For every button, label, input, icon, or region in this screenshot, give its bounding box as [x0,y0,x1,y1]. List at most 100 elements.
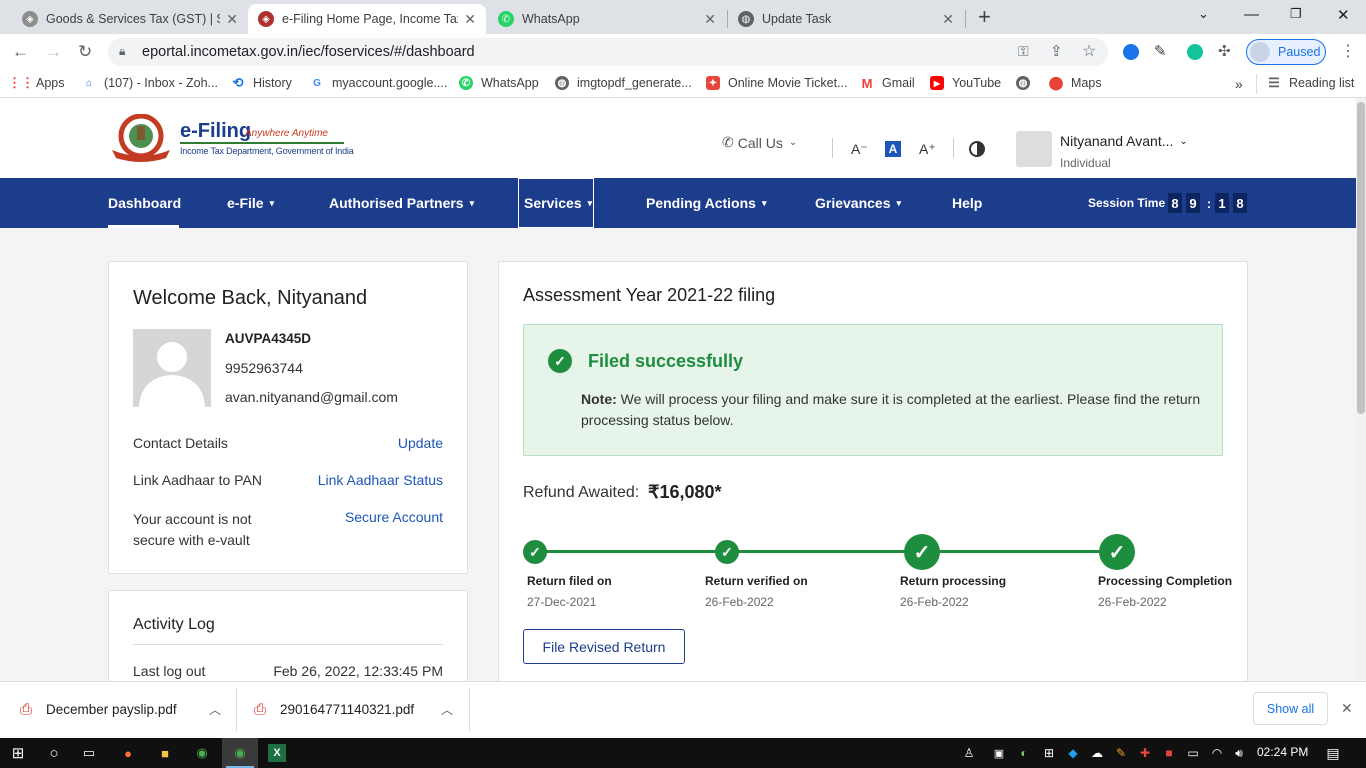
tray-app-icon[interactable]: ✎ [1112,744,1130,762]
close-window-button[interactable]: ✕ [1337,6,1350,24]
extension-icon[interactable]: ✎ [1154,42,1167,60]
tray-app-icon[interactable]: ⊞ [1040,744,1058,762]
share-icon[interactable]: ⇪ [1050,42,1063,60]
tray-app-icon[interactable]: ■ [1160,744,1178,762]
font-increase-button[interactable]: A⁺ [919,141,936,158]
lock-icon[interactable]: 🔒︎ [119,44,125,59]
contrast-icon[interactable] [969,141,985,157]
secure-account-link[interactable]: Secure Account [323,509,443,525]
task-view-icon[interactable]: ▭ [80,744,98,762]
nav-help[interactable]: Help [952,178,982,228]
onedrive-cloud-icon[interactable]: ☁ [1088,744,1106,762]
bookmark-globe[interactable]: ◍ [1016,76,1038,90]
bookmarks-overflow-button[interactable]: » [1235,76,1243,92]
chevron-down-icon: ▾ [587,197,593,208]
close-icon[interactable]: ✕ [704,11,716,28]
restore-button[interactable]: ❐ [1290,6,1302,22]
call-us-dropdown[interactable]: ✆ Call Us ⌄ [722,134,797,151]
key-icon[interactable]: ⚿ [1018,43,1029,60]
bookmark-apps[interactable]: ⋮⋮ Apps [8,75,65,90]
font-decrease-button[interactable]: A⁻ [851,141,868,158]
chevron-up-icon[interactable]: ︿ [441,701,453,718]
chevron-up-icon[interactable]: ︿ [209,701,221,718]
volume-icon[interactable]: 🔊︎ [1230,744,1248,762]
step-label: Return verified on [705,574,808,588]
income-tax-emblem-logo[interactable] [108,113,174,162]
bookmark-whatsapp[interactable]: ✆ WhatsApp [459,76,539,90]
nav-services[interactable]: Services ▾ [518,178,594,228]
battery-icon[interactable]: ▭ [1184,744,1202,762]
people-icon[interactable]: ♙ [960,744,978,762]
profile-button[interactable]: Paused [1246,39,1326,65]
browser-tab[interactable]: ◈ Goods & Services Tax (GST) | Serv ✕ [12,4,248,34]
bookmark-history[interactable]: ⟲ History [231,75,292,90]
chrome-icon[interactable]: ◉ [231,744,249,762]
nav-grievances[interactable]: Grievances ▾ [815,178,901,228]
user-menu[interactable]: Nityanand Avant... ⌄ [1060,133,1188,149]
file-revised-return-button[interactable]: File Revised Return [523,629,685,664]
address-bar[interactable]: eportal.incometax.gov.in/iec/foservices/… [108,38,1108,66]
minimize-button[interactable]: — [1244,6,1259,23]
update-contact-link[interactable]: Update [343,435,443,451]
bookmark-zoho[interactable]: ⌂ (107) - Inbox - Zoh... [82,76,218,90]
new-tab-button[interactable]: + [978,4,991,30]
bookmark-youtube[interactable]: ▶ YouTube [930,76,1001,90]
whatsapp-icon: ✆ [498,11,514,27]
nav-pending-actions[interactable]: Pending Actions ▾ [646,178,766,228]
scrollbar-thumb[interactable] [1357,102,1365,414]
extension-icon[interactable] [1123,44,1139,60]
firefox-icon[interactable]: ● [119,744,137,762]
logo-tagline: Anywhere Anytime [245,128,328,139]
browser-tab[interactable]: ✆ WhatsApp ✕ [488,4,726,34]
browser-tab-active[interactable]: ◈ e-Filing Home Page, Income Tax D ✕ [248,4,486,34]
grammarly-icon[interactable] [1187,44,1203,60]
font-normal-button[interactable]: A [885,141,901,157]
download-item[interactable]: ⎙ December payslip.pdf ︿ [20,681,235,738]
bookmark-imgtopdf[interactable]: ◍ imgtopdf_generate... [555,76,692,90]
chevron-down-icon: ▾ [469,197,475,208]
chrome-icon[interactable]: ◉ [193,744,211,762]
link-aadhaar-status-link[interactable]: Link Aadhaar Status [293,472,443,488]
taskbar-clock[interactable]: 02:24 PM [1257,745,1308,759]
close-icon[interactable]: ✕ [464,11,476,28]
browser-tab[interactable]: ◍ Update Task ✕ [728,4,964,34]
avatar [1250,42,1270,62]
nav-authorised-partners[interactable]: Authorised Partners ▾ [329,178,474,228]
menu-kebab-icon[interactable]: ⋮ [1340,41,1356,61]
notification-center-icon[interactable]: ▤ [1324,744,1342,762]
bookmark-star-icon[interactable]: ☆ [1082,41,1096,61]
reading-list-button[interactable]: ☰ Reading list [1267,75,1354,90]
windows-start-icon[interactable]: ⊞ [9,744,27,762]
close-icon[interactable]: ✕ [226,11,238,28]
tab-search-chevron-icon[interactable]: ⌄ [1198,6,1209,22]
user-avatar[interactable] [1016,131,1052,167]
chevron-down-icon: ▾ [269,197,275,208]
tray-app-icon[interactable]: ▣ [990,744,1008,762]
close-icon[interactable]: ✕ [942,11,954,28]
nav-dashboard[interactable]: Dashboard [108,178,181,228]
gst-emblem-icon: ◈ [22,11,38,27]
excel-icon[interactable]: X [268,744,286,762]
vpn-shield-icon[interactable]: ◆ [1064,744,1082,762]
forward-arrow-icon[interactable]: → [45,42,62,62]
tray-app-icon[interactable]: ◐ [1015,744,1033,762]
show-all-downloads-button[interactable]: Show all [1253,692,1328,725]
close-icon[interactable]: ✕ [1341,700,1353,717]
filing-note: Note: We will process your filing and ma… [581,389,1206,431]
search-circle-icon[interactable]: ○ [45,744,63,762]
wifi-icon[interactable]: ◠ [1208,744,1226,762]
bookmark-google-account[interactable]: Gmyaccount.google.... [310,76,447,90]
extensions-puzzle-icon[interactable]: ✣ [1218,42,1231,60]
file-explorer-icon[interactable]: ■ [156,744,174,762]
reload-icon[interactable]: ↻ [78,42,92,62]
bookmark-maps[interactable]: ⬤ Maps [1049,75,1102,90]
back-arrow-icon[interactable]: ← [12,42,29,62]
download-item[interactable]: ⎙ 290164771140321.pdf ︿ [254,681,469,738]
tab-title: Update Task [762,12,832,26]
nav-e-file[interactable]: e-File ▾ [227,178,274,228]
chevron-down-icon: ▾ [896,197,902,208]
bookmark-gmail[interactable]: M Gmail [860,76,915,91]
bookmark-movie-tickets[interactable]: ✦ Online Movie Ticket... [706,76,848,90]
tray-app-icon[interactable]: ✚ [1136,744,1154,762]
profile-status: Paused [1278,45,1321,59]
